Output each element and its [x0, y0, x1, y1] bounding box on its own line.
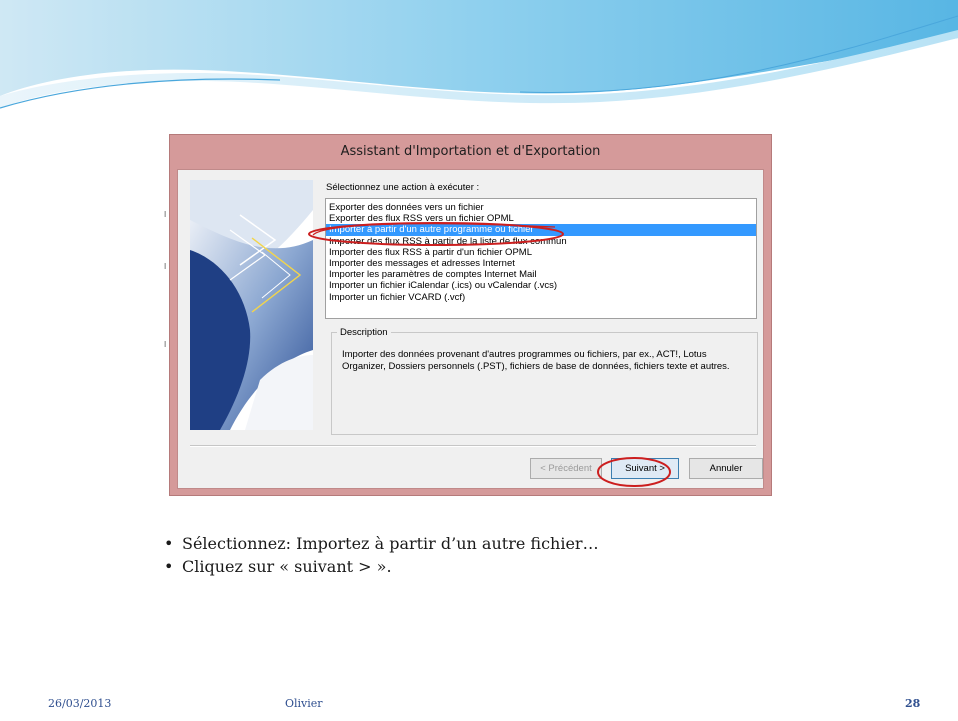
previous-button[interactable]: < Précédent — [530, 458, 602, 479]
action-item[interactable]: Exporter des données vers un fichier — [326, 202, 756, 213]
header-wave-decoration — [0, 0, 958, 109]
action-listbox[interactable]: Exporter des données vers un fichier Exp… — [325, 198, 757, 319]
description-text: Importer des données provenant d'autres … — [342, 349, 730, 372]
footer-date: 26/03/2013 — [48, 697, 112, 710]
cancel-button[interactable]: Annuler — [689, 458, 763, 479]
instruction-item: • Cliquez sur « suivant > ». — [164, 555, 599, 578]
action-item[interactable]: Exporter des flux RSS vers un fichier OP… — [326, 213, 756, 224]
instruction-text: Cliquez sur « suivant > ». — [182, 557, 392, 576]
action-item[interactable]: Importer un fichier VCARD (.vcf) — [326, 292, 756, 303]
action-item[interactable]: Importer des flux RSS à partir d'un fich… — [326, 247, 756, 258]
page-number: 28 — [905, 697, 921, 710]
next-button[interactable]: Suivant > — [611, 458, 679, 479]
action-prompt-label: Sélectionnez une action à exécuter : — [326, 182, 480, 193]
instruction-item: • Sélectionnez: Importez à partir d’un au… — [164, 532, 599, 555]
bullet-glyph: • — [164, 534, 174, 553]
button-divider — [190, 445, 756, 447]
instruction-text: Sélectionnez: Importez à partir d’un aut… — [182, 534, 599, 553]
dialog-body: Sélectionnez une action à exécuter : Exp… — [177, 169, 764, 489]
dialog-title: Assistant d'Importation et d'Exportation — [340, 144, 601, 159]
description-label: Description — [337, 327, 391, 338]
wizard-side-image — [190, 180, 313, 430]
action-item-selected[interactable]: Importer à partir d'un autre programme o… — [326, 224, 756, 236]
action-item[interactable]: Importer les paramètres de comptes Inter… — [326, 269, 756, 280]
action-item[interactable]: Importer des messages et adresses Intern… — [326, 258, 756, 269]
bullet-glyph: • — [164, 557, 174, 576]
footer-author: Olivier — [285, 697, 323, 710]
stray-mark: I — [164, 210, 167, 219]
stray-mark: I — [164, 262, 167, 271]
import-export-wizard-dialog: Assistant d'Importation et d'Exportation… — [169, 134, 772, 496]
instruction-list: • Sélectionnez: Importez à partir d’un au… — [164, 532, 599, 578]
action-item[interactable]: Importer un fichier iCalendar (.ics) ou … — [326, 280, 756, 291]
description-group: Description Importer des données provena… — [331, 327, 758, 435]
action-item[interactable]: Importer des flux RSS à partir de la lis… — [326, 236, 756, 247]
stray-mark: I — [164, 340, 167, 349]
